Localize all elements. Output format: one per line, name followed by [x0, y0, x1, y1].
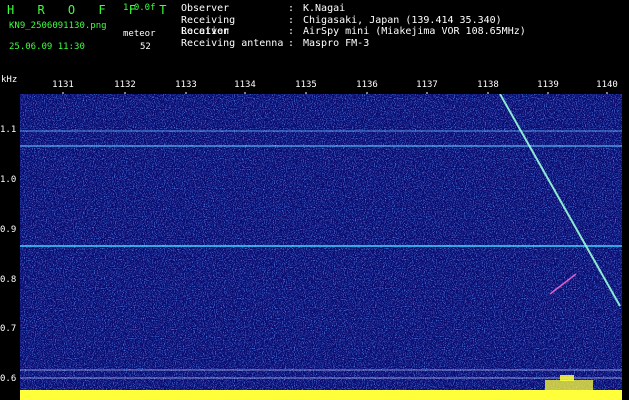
meteor-label: meteor [123, 29, 156, 39]
datetime: 25.06.09 11:30 [9, 42, 85, 52]
meta-row-antenna: Receiving antenna: Maspro FM-3 [181, 37, 370, 49]
y-tick-label: 0.7 [0, 324, 17, 334]
meta-key: Observer [181, 3, 230, 14]
hrofft-spectrogram-window: H R O F F T 1.0.0f KN9_2506091130.png 25… [0, 0, 629, 400]
y-tick-label: 0.6 [0, 374, 17, 384]
x-tick-label: 1139 [537, 80, 559, 90]
file-name: KN9_2506091130.png [9, 21, 107, 31]
x-tick-label: 1140 [596, 80, 618, 90]
meta-key: Receiver [181, 26, 230, 37]
meteor-count: 52 [140, 42, 151, 52]
meta-value: Maspro FM-3 [303, 37, 370, 49]
noise-texture [20, 94, 622, 400]
meta-value: AirSpy mini (Miakejima VOR 108.65MHz) [303, 26, 526, 37]
app-version: 1.0.0f [123, 3, 156, 13]
x-tick-label: 1134 [234, 80, 256, 90]
y-tick-label: 1.1 [0, 125, 17, 135]
x-tick-label: 1138 [477, 80, 499, 90]
y-tick-label: 1.0 [0, 175, 17, 185]
x-tick-label: 1133 [175, 80, 197, 90]
meta-key: Receiving antenna [181, 37, 284, 49]
x-tick-label: 1137 [416, 80, 438, 90]
metadata-panel: Observer: K.Nagai Receiving Location: Chig… [181, 3, 526, 49]
meta-value: Chigasaki, Japan (139.414 35.340) [303, 14, 502, 26]
x-tick-label: 1131 [52, 80, 74, 90]
y-tick-label: 0.8 [0, 275, 17, 285]
meta-row-receiver: Receiver: AirSpy mini (Miakejima VOR 108.… [181, 26, 526, 37]
meta-row-observer: Observer: K.Nagai [181, 3, 346, 14]
meta-row-location: Receiving Location: Chigasaki, Japan (139… [181, 14, 502, 38]
x-tick-label: 1135 [295, 80, 317, 90]
x-tick-label: 1136 [356, 80, 378, 90]
y-tick-label: 0.9 [0, 225, 17, 235]
meta-key: Receiving Location [181, 14, 236, 38]
spectrogram-plot [20, 94, 622, 400]
x-tick-label: 1132 [114, 80, 136, 90]
y-axis-unit: kHz [1, 75, 18, 85]
meta-value: K.Nagai [303, 3, 346, 14]
